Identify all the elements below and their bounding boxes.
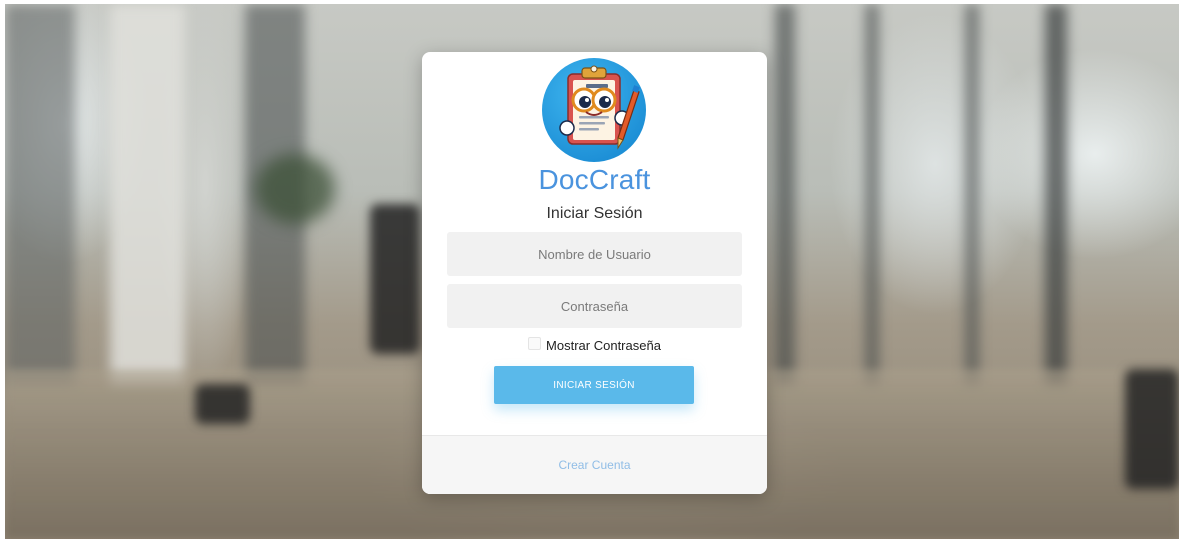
login-page: DocCraft Iniciar Sesión Mostrar Contrase… <box>0 0 1184 539</box>
show-password-row: Mostrar Contraseña <box>422 337 767 353</box>
clipboard-mascot-icon <box>542 58 646 162</box>
background-window-frame <box>865 4 879 384</box>
password-input[interactable] <box>447 284 742 328</box>
login-title: Iniciar Sesión <box>546 205 643 222</box>
create-account-link[interactable]: Crear Cuenta <box>558 458 630 472</box>
card-footer: Crear Cuenta <box>422 435 767 494</box>
background-object <box>195 384 250 424</box>
background-plant <box>255 154 335 224</box>
background-column <box>110 4 185 384</box>
username-input[interactable] <box>447 232 742 276</box>
background-wall <box>5 4 75 384</box>
background-chair <box>370 204 420 354</box>
background-chair <box>1125 369 1179 489</box>
background-window-frame <box>965 4 979 384</box>
background-window-frame <box>1045 4 1067 384</box>
show-password-checkbox[interactable] <box>528 337 542 350</box>
background-window-frame <box>775 4 795 384</box>
brand-title: DocCraft <box>538 164 651 195</box>
show-password-label[interactable]: Mostrar Contraseña <box>546 338 661 353</box>
login-card: DocCraft Iniciar Sesión Mostrar Contrase… <box>422 52 767 494</box>
login-button[interactable]: INICIAR SESIÓN <box>494 366 694 404</box>
